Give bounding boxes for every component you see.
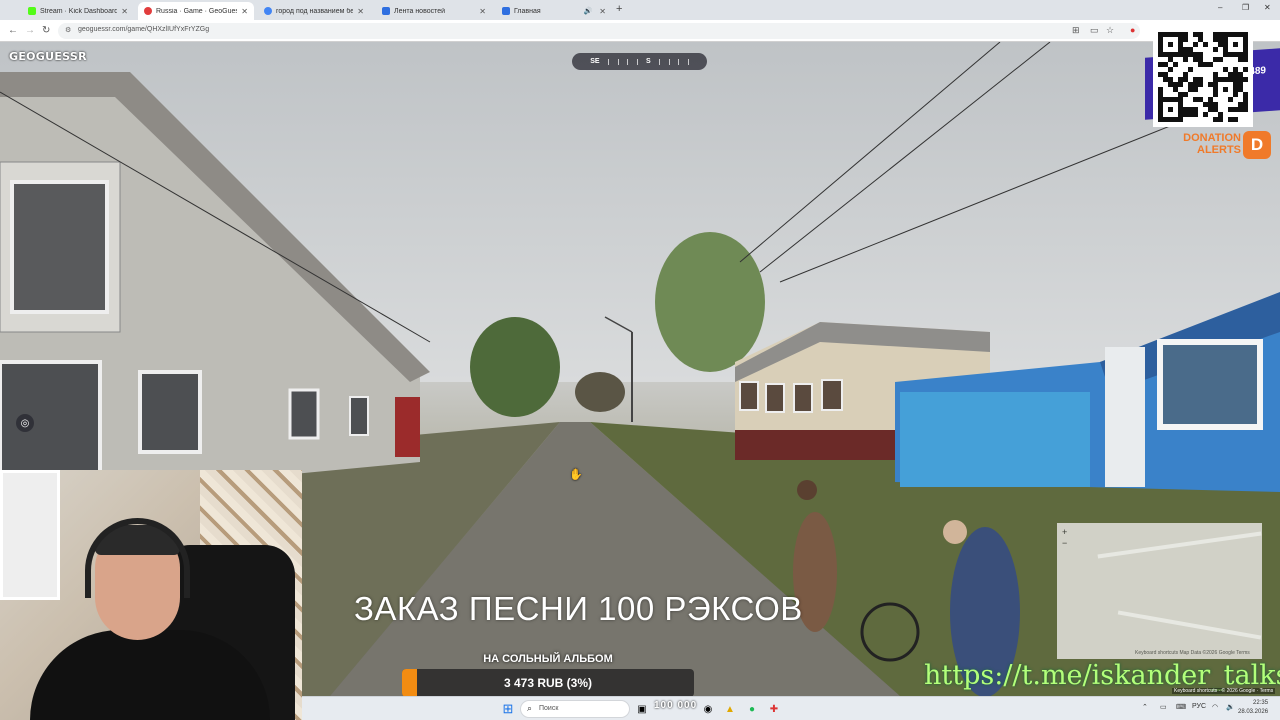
taskbar-counter: 100 000 [654,700,698,711]
map-attribution: Keyboard shortcuts Map Data ©2026 Google… [1135,650,1250,656]
windows-start-icon[interactable]: ⊞ [500,701,516,717]
headset [85,518,190,598]
geoguessr-icon [144,7,152,15]
donation-goal-progress: 3 473 RUB (3%) [402,669,694,697]
site-info-icon[interactable]: ⚙ [65,26,71,34]
close-icon[interactable]: ✕ [121,7,128,16]
translate-icon[interactable]: ⊞ [1072,25,1080,36]
chrome-icon[interactable]: ◉ [700,701,716,717]
kick-icon [28,7,36,15]
close-icon[interactable]: ✕ [357,7,364,16]
url-field[interactable]: ⚙ geoguessr.com/game/QHXzlIUfYxFrYZGg [58,23,1140,39]
tray-network-icon[interactable]: ▭ [1160,703,1167,711]
back-icon[interactable]: ← [8,25,18,36]
new-tab-button[interactable]: + [616,3,622,15]
guess-minimap[interactable]: + − Keyboard shortcuts Map Data ©2026 Goo… [1057,523,1262,659]
tray-lang-icon[interactable]: ⌨ [1176,703,1186,711]
close-window-button[interactable]: ✕ [1264,3,1271,12]
tray-chevron-icon[interactable]: ⌃ [1142,703,1148,711]
windows-taskbar: ⊞ ⌕ Поиск ▣ 100 000 ◉ ▲ ● ✚ ⌃ ▭ ⌨ РУС ◠ … [302,696,1280,720]
minimize-button[interactable]: – [1218,3,1222,12]
zoom-controls[interactable]: + − [1062,527,1067,549]
tab-kick-dashboard[interactable]: Stream · Kick Dashboard ✕ [22,2,134,20]
album-goal-label: НА СОЛЬНЫЙ АЛЬБОМ [483,653,613,665]
mouse-cursor-icon: ✋ [569,469,583,481]
speaker-icon[interactable]: 🔊 [584,7,593,15]
compass-label-s: S [646,58,651,65]
donation-overlay: 489 DONATION ALERTS D [1145,25,1280,170]
task-view-icon[interactable]: ▣ [634,701,650,717]
bookmark-star-icon[interactable]: ☆ [1106,25,1114,36]
reload-icon[interactable]: ↻ [42,25,50,36]
tab-google-search[interactable]: город под названием белон ✕ [258,2,370,20]
close-icon[interactable]: ✕ [599,7,606,16]
maximize-button[interactable]: ❐ [1242,3,1249,12]
map-road [1097,531,1262,559]
google-icon [264,7,272,15]
qr-code [1153,27,1253,127]
app-icon-red[interactable]: ✚ [766,701,782,717]
extension-icon[interactable]: ● [1130,25,1135,35]
volume-icon[interactable]: 🔉 [1226,703,1235,711]
room-window [0,470,60,600]
system-clock[interactable]: 22:35 28.03.2026 [1238,699,1268,717]
close-icon[interactable]: ✕ [241,7,248,16]
donation-alerts-logo: DONATION ALERTS [1183,132,1241,156]
address-bar: ← → ↻ ⚙ geoguessr.com/game/QHXzlIUfYxFrY… [0,20,1280,42]
compass: SE S [572,53,707,70]
tab-vk-feed[interactable]: Лента новостей ✕ [376,2,492,20]
keyboard-shortcuts-footer: Keyboard shortcuts · © 2026 Google · Ter… [1172,688,1276,694]
donation-alerts-icon: D [1243,131,1271,159]
forward-icon[interactable]: → [25,25,35,36]
close-icon[interactable]: ✕ [479,7,486,16]
map-pin-button[interactable]: ◎ [16,414,34,432]
app-icon[interactable]: ▲ [722,701,738,717]
webcam-feed [0,470,302,720]
geoguessr-logo: GEOGUESSR [9,50,87,63]
keyboard-language[interactable]: РУС [1192,703,1206,710]
search-icon: ⌕ [527,703,533,713]
vk-video-icon [502,7,510,15]
tab-home[interactable]: Главная 🔊 ✕ [496,2,612,20]
wifi-icon[interactable]: ◠ [1212,703,1218,711]
compass-label-se: SE [590,58,600,65]
telegram-link: https://t.me/iskander_talks [924,660,1280,691]
screen: Stream · Kick Dashboard ✕ Russia · Game … [0,0,1280,720]
taskbar-search[interactable]: ⌕ Поиск [520,700,630,718]
cast-icon[interactable]: ▭ [1090,25,1099,36]
progress-text: 3 473 RUB (3%) [503,676,593,690]
map-road [1117,610,1262,640]
song-request-text: ЗАКАЗ ПЕСНИ 100 РЭКСОВ [354,590,803,627]
vk-icon [382,7,390,15]
browser-tab-bar: Stream · Kick Dashboard ✕ Russia · Game … [0,0,1280,20]
spotify-icon[interactable]: ● [744,701,760,717]
tab-geoguessr[interactable]: Russia · Game · GeoGuessr ✕ [138,2,254,20]
